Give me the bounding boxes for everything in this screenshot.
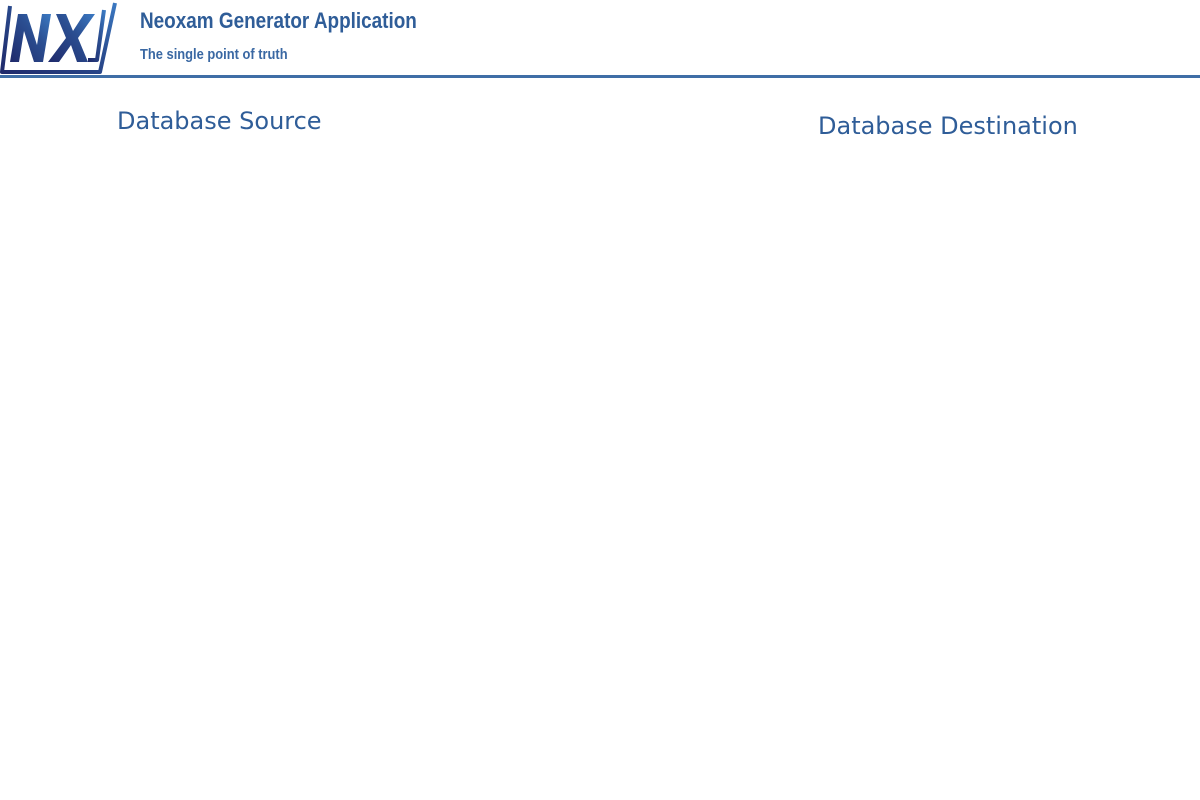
app-tagline: The single point of truth [140,46,288,63]
header-divider [0,75,1200,78]
app-header: Neoxam Generator Application The single … [0,0,1200,78]
database-destination-title: Database Destination [818,112,1078,140]
database-source-title: Database Source [117,107,322,135]
app-title: Neoxam Generator Application [140,8,417,33]
nx-logo-icon [0,2,117,74]
